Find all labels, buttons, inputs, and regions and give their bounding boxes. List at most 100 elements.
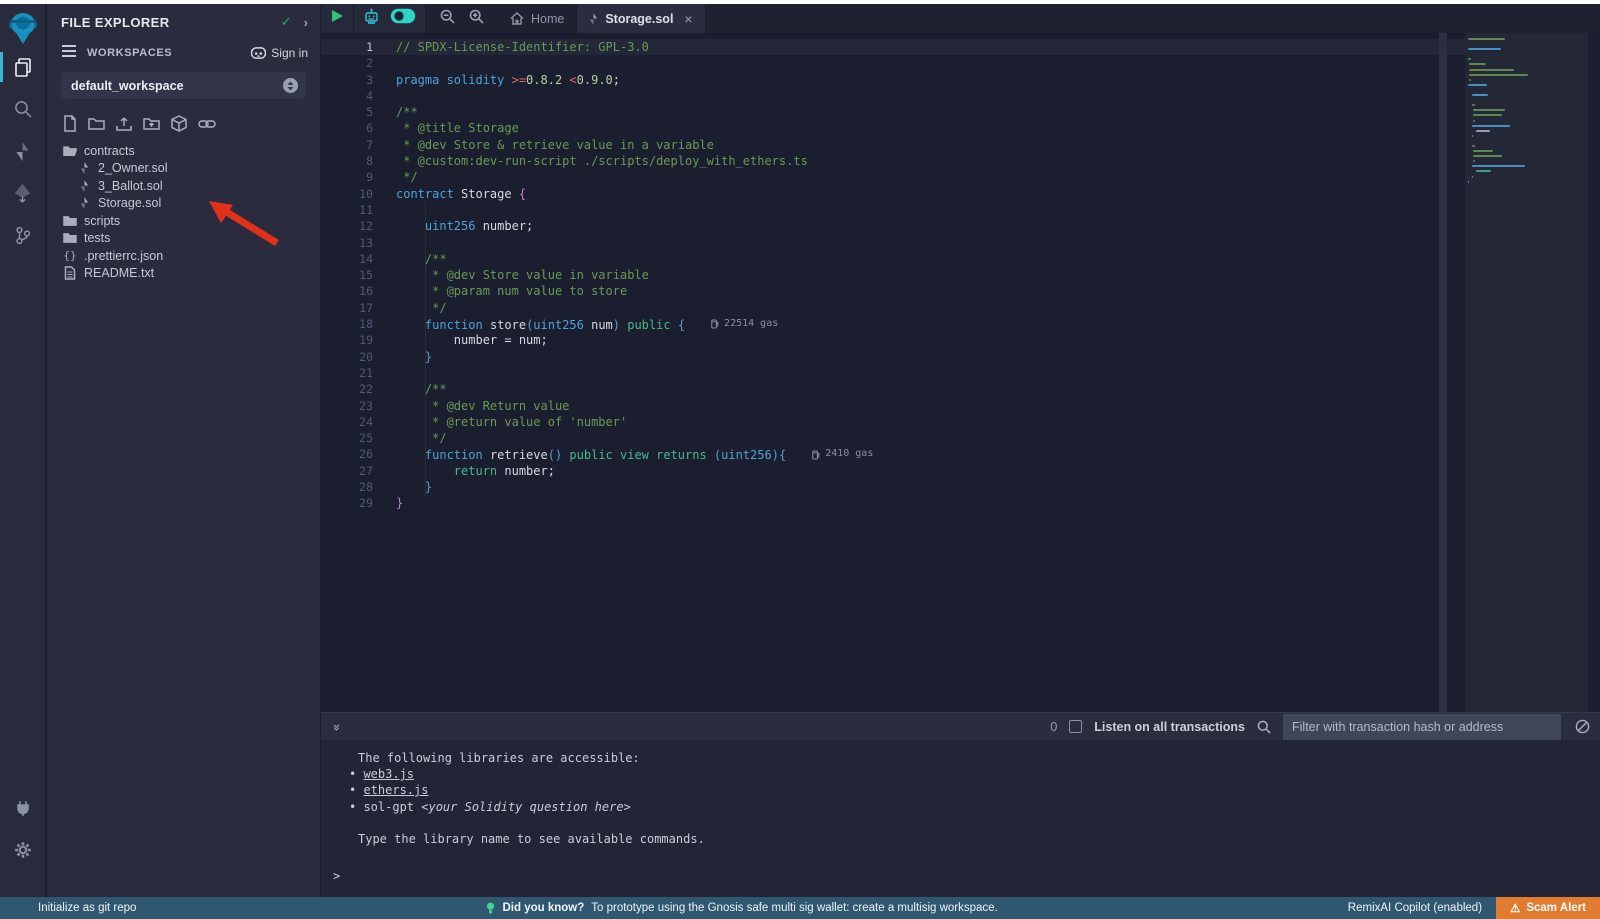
code-line-16[interactable]: 16 * @param num value to store [321, 283, 1477, 299]
minimap-line [1468, 84, 1487, 86]
settings-icon[interactable] [0, 829, 46, 871]
plugin-manager-icon[interactable] [0, 787, 46, 829]
code-line-10[interactable]: 10contract Storage { [321, 186, 1477, 202]
clear-console-icon[interactable] [1575, 719, 1590, 734]
workspace-sort-icon[interactable] [283, 78, 298, 93]
run-script-button[interactable] [330, 9, 344, 28]
tree-item-2-owner-sol[interactable]: 2_Owner.sol [47, 160, 320, 178]
code-line-23[interactable]: 23 * @dev Return value [321, 398, 1477, 414]
transaction-filter-input[interactable] [1283, 714, 1561, 740]
code-line-14[interactable]: 14 /** [321, 251, 1477, 267]
terminal-header: » 0 Listen on all transactions [321, 712, 1600, 740]
code-line-24[interactable]: 24 * @return value of 'number' [321, 414, 1477, 430]
line-number: 15 [321, 267, 373, 283]
line-number: 7 [321, 137, 373, 153]
hamburger-menu-icon[interactable] [61, 44, 77, 62]
expand-terminal-icon[interactable]: » [328, 724, 343, 730]
code-line-17[interactable]: 17 */ [321, 300, 1477, 316]
line-number: 25 [321, 430, 373, 446]
code-line-29[interactable]: 29} [321, 495, 1477, 511]
tree-item-tests[interactable]: tests [47, 230, 320, 248]
home-icon [510, 12, 524, 25]
tab-storage-sol[interactable]: Storage.sol × [576, 4, 705, 33]
code-line-8[interactable]: 8 * @custom:dev-run-script ./scripts/dep… [321, 153, 1477, 169]
tab-home[interactable]: Home [498, 4, 576, 33]
code-line-6[interactable]: 6 * @title Storage [321, 120, 1477, 136]
new-file-icon[interactable] [63, 115, 77, 132]
tree-item-contracts[interactable]: contracts [47, 142, 320, 160]
git-init-button[interactable]: Initialize as git repo [0, 902, 136, 914]
code-line-28[interactable]: 28 } [321, 479, 1477, 495]
code-line-9[interactable]: 9 */ [321, 169, 1477, 185]
listen-all-checkbox[interactable] [1069, 720, 1082, 733]
code-text: contract Storage { [396, 186, 526, 202]
minimap-line [1473, 109, 1505, 111]
library-link[interactable]: web3.js [363, 767, 414, 781]
solidity-file-icon [589, 13, 598, 25]
git-icon[interactable] [0, 214, 46, 256]
terminal-search-icon[interactable] [1257, 720, 1271, 734]
workspace-select[interactable]: default_workspace [61, 72, 306, 99]
line-number: 3 [321, 72, 373, 88]
code-line-13[interactable]: 13 [321, 235, 1477, 251]
code-line-11[interactable]: 11 [321, 202, 1477, 218]
chevron-right-icon[interactable]: › [304, 15, 308, 30]
code-line-19[interactable]: 19 number = num; [321, 332, 1477, 348]
search-icon[interactable] [0, 88, 46, 130]
zoom-out-icon[interactable] [440, 9, 455, 29]
code-line-3[interactable]: 3pragma solidity >=0.8.2 <0.9.0; [321, 72, 1477, 88]
line-number: 27 [321, 463, 373, 479]
minimap[interactable] [1465, 33, 1588, 712]
publish-ipfs-icon[interactable] [171, 115, 187, 132]
code-line-1[interactable]: 1// SPDX-License-Identifier: GPL-3.0 [321, 39, 1477, 55]
code-line-22[interactable]: 22 /** [321, 381, 1477, 397]
code-line-26[interactable]: 26 function retrieve() public view retur… [321, 446, 1477, 462]
line-number: 28 [321, 479, 373, 495]
new-folder-icon[interactable] [88, 115, 105, 132]
code-line-21[interactable]: 21 [321, 365, 1477, 381]
minimap-line [1468, 58, 1471, 60]
copilot-toggle[interactable] [390, 8, 416, 29]
code-line-27[interactable]: 27 return number; [321, 463, 1477, 479]
code-line-12[interactable]: 12 uint256 number; [321, 218, 1477, 234]
gas-estimate: 2410 gas [812, 446, 873, 462]
code-line-25[interactable]: 25 */ [321, 430, 1477, 446]
code-line-7[interactable]: 7 * @dev Store & retrieve value in a var… [321, 137, 1477, 153]
link-icon[interactable] [198, 115, 216, 132]
tree-item-readme-txt[interactable]: README.txt [47, 265, 320, 283]
tree-item-storage-sol[interactable]: Storage.sol [47, 195, 320, 213]
code-line-15[interactable]: 15 * @dev Store value in variable [321, 267, 1477, 283]
scam-alert-button[interactable]: ⚠ Scam Alert [1496, 897, 1600, 919]
library-link[interactable]: ethers.js [363, 783, 428, 797]
deploy-run-icon[interactable] [0, 172, 46, 214]
upload-file-icon[interactable] [116, 115, 132, 132]
code-line-2[interactable]: 2 [321, 55, 1477, 71]
folder-open-icon [63, 144, 77, 157]
tree-item-scripts[interactable]: scripts [47, 212, 320, 230]
sign-in-button[interactable]: Sign in [251, 46, 308, 60]
minimap-line [1468, 181, 1469, 183]
code-line-4[interactable]: 4 [321, 88, 1477, 104]
terminal-prompt[interactable]: > [333, 868, 340, 884]
remix-logo[interactable] [6, 10, 40, 46]
minimap-line [1476, 170, 1491, 172]
code-editor[interactable]: 1// SPDX-License-Identifier: GPL-3.023pr… [321, 33, 1600, 712]
file-explorer-icon[interactable] [0, 46, 46, 88]
tree-item-3-ballot-sol[interactable]: 3_Ballot.sol [47, 177, 320, 195]
copilot-status: RemixAI Copilot (enabled) [1348, 902, 1482, 914]
line-number: 11 [321, 202, 373, 218]
upload-folder-icon[interactable] [143, 115, 160, 132]
code-line-5[interactable]: 5/** [321, 104, 1477, 120]
minimap-line [1472, 104, 1475, 106]
code-line-20[interactable]: 20 } [321, 349, 1477, 365]
file-text-icon [63, 266, 77, 280]
remix-ai-robot-icon[interactable] [363, 8, 380, 30]
minimap-line [1473, 150, 1493, 152]
editor-scrollbar[interactable] [1439, 33, 1447, 712]
terminal-output[interactable]: The following libraries are accessible:•… [321, 740, 1600, 896]
close-tab-icon[interactable]: × [684, 11, 692, 27]
solidity-compiler-icon[interactable] [0, 130, 46, 172]
tree-item--prettierrc-json[interactable]: {}.prettierrc.json [47, 247, 320, 265]
zoom-in-icon[interactable] [469, 9, 484, 29]
code-line-18[interactable]: 18 function store(uint256 num) public {2… [321, 316, 1477, 332]
